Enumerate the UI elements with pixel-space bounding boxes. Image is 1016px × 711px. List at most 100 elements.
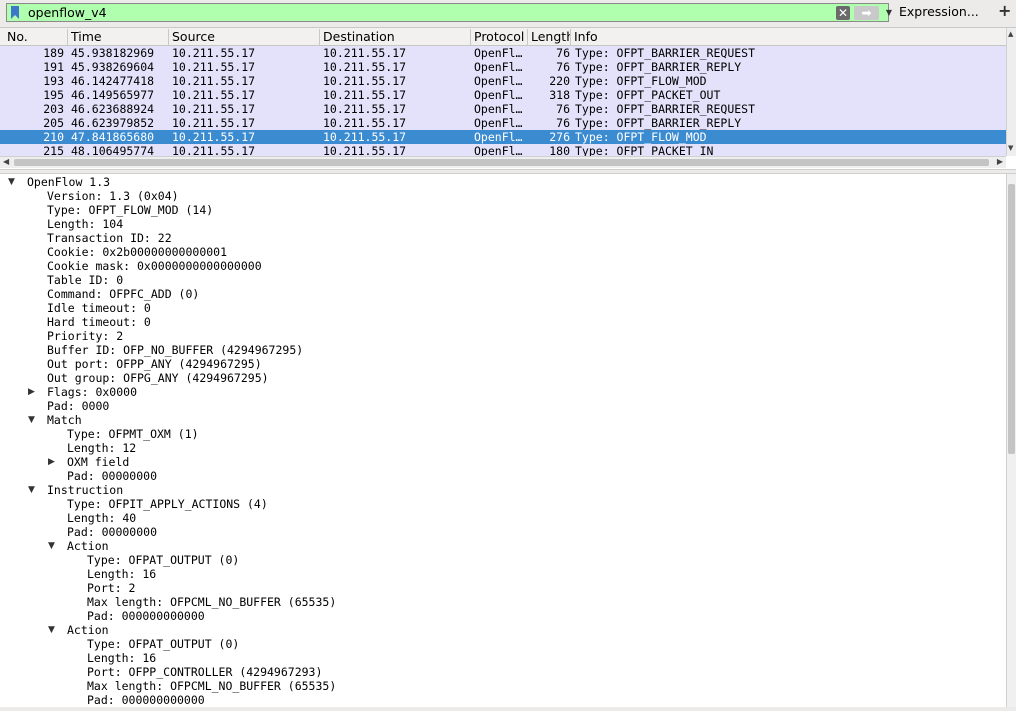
tree-item[interactable]: Max length: OFPCML_NO_BUFFER (65535) — [87, 679, 336, 693]
chevron-down-icon[interactable]: ▼ — [883, 6, 895, 20]
tree-item[interactable]: Pad: 0000 — [47, 399, 109, 413]
tree-item[interactable]: Priority: 2 — [47, 329, 123, 343]
triangle-down-icon[interactable]: ▼ — [28, 483, 38, 497]
tree-item[interactable]: Instruction — [47, 483, 123, 497]
packet-row[interactable]: 205 46.623979852 10.211.55.17 10.211.55.17 O… — [0, 116, 1006, 130]
cell-protocol: OpenFl… — [474, 130, 523, 144]
filter-text: openflow_v4 — [28, 5, 107, 20]
column-header-destination[interactable]: Destination — [320, 29, 471, 45]
tree-item[interactable]: Command: OFPFC_ADD (0) — [47, 287, 199, 301]
tree-item[interactable]: OpenFlow 1.3 — [27, 175, 110, 189]
column-header-time[interactable]: Time — [68, 29, 169, 45]
tree-item[interactable]: Hard timeout: 0 — [47, 315, 151, 329]
tree-item[interactable]: Length: 104 — [47, 217, 123, 231]
cell-no: 203 — [43, 102, 64, 116]
triangle-down-icon[interactable]: ▼ — [48, 623, 58, 637]
tree-item[interactable]: Port: OFPP_CONTROLLER (4294967293) — [87, 665, 322, 679]
packet-row[interactable]: 195 46.149565977 10.211.55.17 10.211.55.17 O… — [0, 88, 1006, 102]
tree-item[interactable]: Port: 2 — [87, 581, 135, 595]
packet-row-selected[interactable]: 210 47.841865680 10.211.55.17 10.211.55.17 O… — [0, 130, 1006, 144]
tree-item[interactable]: Cookie mask: 0x0000000000000000 — [47, 259, 262, 273]
cell-destination: 10.211.55.17 — [323, 130, 407, 144]
packet-list-horizontal-scrollbar[interactable]: ◀ ▶ — [0, 156, 1006, 168]
tree-item[interactable]: Pad: 00000000 — [67, 469, 157, 483]
triangle-down-icon[interactable]: ▼ — [28, 413, 38, 427]
triangle-down-icon[interactable]: ▼ — [8, 175, 18, 189]
cell-time: 45.938269604 — [71, 60, 155, 74]
bookmark-icon[interactable] — [11, 6, 19, 19]
column-header-protocol[interactable]: Protocol — [471, 29, 528, 45]
bottom-border — [0, 707, 1016, 711]
tree-item[interactable]: Type: OFPAT_OUTPUT (0) — [87, 553, 239, 567]
tree-item[interactable]: Max length: OFPCML_NO_BUFFER (65535) — [87, 595, 336, 609]
cell-protocol: OpenFl… — [474, 88, 523, 102]
tree-item[interactable]: Length: 40 — [67, 511, 136, 525]
tree-item[interactable]: Flags: 0x0000 — [47, 385, 137, 399]
tree-item[interactable]: Length: 16 — [87, 567, 156, 581]
expression-button[interactable]: Expression... — [899, 4, 979, 19]
cell-protocol: OpenFl… — [474, 46, 523, 60]
column-header-length[interactable]: Length — [528, 29, 571, 45]
tree-item[interactable]: Type: OFPT_FLOW_MOD (14) — [47, 203, 213, 217]
packet-row[interactable]: 193 46.142477418 10.211.55.17 10.211.55.17 O… — [0, 74, 1006, 88]
cell-protocol: OpenFl… — [474, 144, 523, 156]
packet-row[interactable]: 191 45.938269604 10.211.55.17 10.211.55.17 O… — [0, 60, 1006, 74]
tree-item[interactable]: Pad: 000000000000 — [87, 609, 205, 623]
tree-item[interactable]: Type: OFPMT_OXM (1) — [67, 427, 199, 441]
cell-destination: 10.211.55.17 — [323, 60, 407, 74]
tree-item[interactable]: Out port: OFPP_ANY (4294967295) — [47, 357, 262, 371]
tree-item[interactable]: Action — [67, 623, 109, 637]
triangle-down-icon[interactable]: ▼ — [48, 539, 58, 553]
apply-arrow-icon[interactable]: ➡ — [854, 6, 879, 20]
tree-item[interactable]: Version: 1.3 (0x04) — [47, 189, 179, 203]
tree-item[interactable]: Type: OFPAT_OUTPUT (0) — [87, 637, 239, 651]
details-vertical-scrollbar[interactable] — [1006, 174, 1016, 707]
packet-rows: 189 45.938182969 10.211.55.17 10.211.55.17 O… — [0, 46, 1006, 156]
column-header-info[interactable]: Info — [571, 29, 1006, 45]
tree-item[interactable]: OXM field — [67, 455, 129, 469]
cell-destination: 10.211.55.17 — [323, 102, 407, 116]
cell-time: 45.938182969 — [71, 46, 155, 60]
tree-item[interactable]: Length: 12 — [67, 441, 136, 455]
display-filter-input[interactable]: openflow_v4 ✕ ➡ ▼ — [6, 3, 892, 22]
tree-item[interactable]: Idle timeout: 0 — [47, 301, 151, 315]
tree-item[interactable]: Cookie: 0x2b00000000000001 — [47, 245, 227, 259]
packet-row[interactable]: 215 48.106495774 10.211.55.17 10.211.55.17 O… — [0, 144, 1006, 156]
packet-row[interactable]: 189 45.938182969 10.211.55.17 10.211.55.17 O… — [0, 46, 1006, 60]
tree-item[interactable]: Buffer ID: OFP_NO_BUFFER (4294967295) — [47, 343, 303, 357]
packet-list-vertical-scrollbar[interactable]: ▲ ▼ — [1006, 28, 1016, 156]
scroll-down-icon[interactable]: ▼ — [1008, 144, 1013, 152]
cell-no: 205 — [43, 116, 64, 130]
tree-item[interactable]: Pad: 000000000000 — [87, 693, 205, 707]
cell-time: 46.623979852 — [71, 116, 155, 130]
tree-item[interactable]: Type: OFPIT_APPLY_ACTIONS (4) — [67, 497, 268, 511]
clear-icon[interactable]: ✕ — [836, 6, 850, 20]
tree-item[interactable]: Out group: OFPG_ANY (4294967295) — [47, 371, 269, 385]
cell-source: 10.211.55.17 — [172, 144, 256, 156]
tree-item[interactable]: Transaction ID: 22 — [47, 231, 172, 245]
tree-item[interactable]: Pad: 00000000 — [67, 525, 157, 539]
cell-info: Type: OFPT_PACKET_OUT — [575, 88, 721, 102]
column-header-source[interactable]: Source — [169, 29, 320, 45]
column-header-no[interactable]: No. — [4, 29, 68, 45]
triangle-right-icon[interactable]: ▶ — [48, 455, 58, 469]
scroll-up-icon[interactable]: ▲ — [1008, 30, 1013, 38]
tree-item[interactable]: Action — [67, 539, 109, 553]
tree-item[interactable]: Length: 16 — [87, 651, 156, 665]
scrollbar-thumb[interactable] — [1008, 184, 1015, 454]
tree-item[interactable]: Match — [47, 413, 82, 427]
cell-no: 193 — [43, 74, 64, 88]
scrollbar-thumb[interactable] — [14, 159, 989, 166]
cell-source: 10.211.55.17 — [172, 116, 256, 130]
cell-info: Type: OFPT_FLOW_MOD — [575, 74, 707, 88]
packet-row[interactable]: 203 46.623688924 10.211.55.17 10.211.55.17 O… — [0, 102, 1006, 116]
cell-source: 10.211.55.17 — [172, 46, 256, 60]
triangle-right-icon[interactable]: ▶ — [28, 385, 38, 399]
scroll-left-icon[interactable]: ◀ — [3, 157, 9, 166]
scroll-right-icon[interactable]: ▶ — [997, 157, 1003, 166]
tree-item[interactable]: Table ID: 0 — [47, 273, 123, 287]
add-filter-button[interactable]: + — [998, 1, 1011, 20]
cell-source: 10.211.55.17 — [172, 60, 256, 74]
cell-length: 76 — [556, 116, 570, 130]
cell-time: 47.841865680 — [71, 130, 155, 144]
